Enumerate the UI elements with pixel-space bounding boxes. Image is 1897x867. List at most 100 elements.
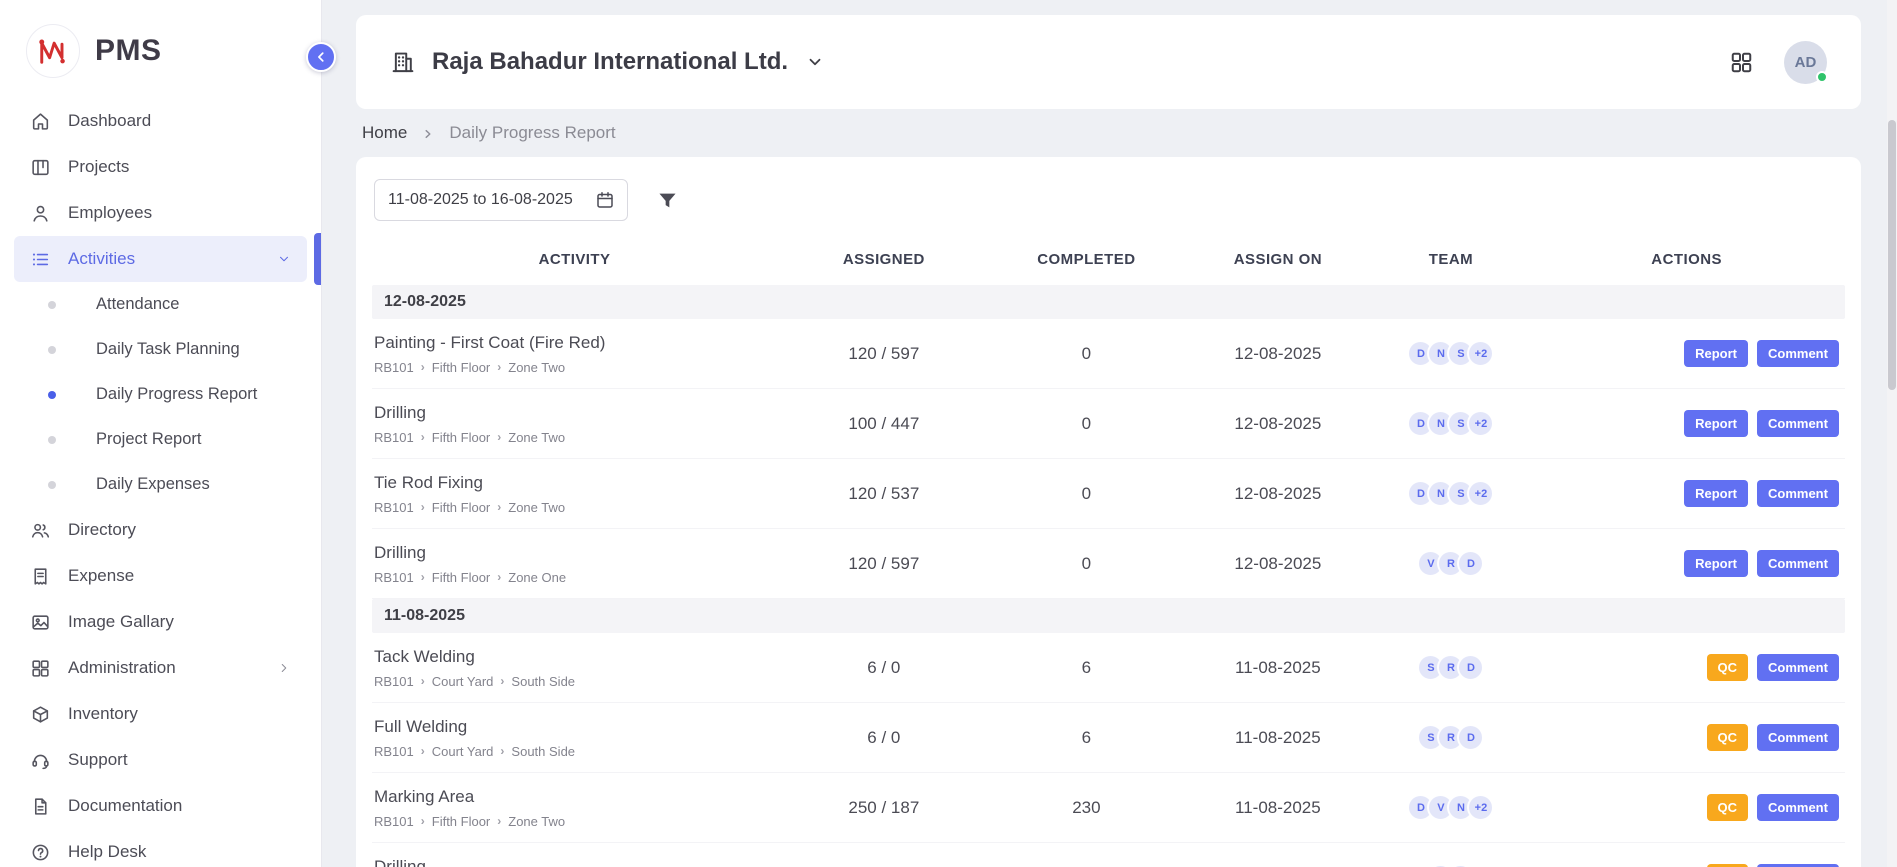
chevron-right-icon: ›: [421, 744, 425, 758]
activity-cell: Drilling RB101›Fifth Floor›Zone Two: [372, 403, 777, 445]
table-row: Drilling RB101›Fifth Floor›Zone One 120 …: [372, 529, 1845, 599]
sidebar-subitem-daily-progress-report[interactable]: Daily Progress Report: [0, 372, 321, 417]
activity-cell: Tie Rod Fixing RB101›Fifth Floor›Zone Tw…: [372, 473, 777, 515]
path-segment: Fifth Floor: [432, 500, 491, 515]
chevron-right-icon: ›: [497, 814, 501, 828]
activity-path: RB101›Court Yard›South Side: [374, 744, 777, 759]
breadcrumb-home[interactable]: Home: [362, 123, 407, 143]
building-icon: [390, 49, 416, 75]
activity-cell: Painting - First Coat (Fire Red) RB101›F…: [372, 333, 777, 375]
comment-button[interactable]: Comment: [1757, 654, 1839, 681]
sidebar-item-expense[interactable]: Expense: [14, 553, 307, 599]
path-segment: South Side: [511, 744, 575, 759]
column-header-team: TEAM: [1374, 251, 1529, 268]
activity-name: Drilling: [374, 543, 777, 563]
activity-cell: Tack Welding RB101›Court Yard›South Side: [372, 647, 777, 689]
activity-path: RB101›Fifth Floor›Zone Two: [374, 430, 777, 445]
table-row: Tack Welding RB101›Court Yard›South Side…: [372, 633, 1845, 703]
assign-on-value: 12-08-2025: [1182, 484, 1373, 504]
main-area: Raja Bahadur International Ltd. AD Home …: [322, 0, 1897, 867]
report-button[interactable]: Report: [1684, 480, 1748, 507]
report-button[interactable]: Report: [1684, 410, 1748, 437]
sidebar-item-image-gallary[interactable]: Image Gallary: [14, 599, 307, 645]
scrollbar[interactable]: [1887, 0, 1897, 867]
company-selector[interactable]: Raja Bahadur International Ltd.: [390, 48, 824, 76]
activities-icon: [30, 249, 51, 270]
comment-button[interactable]: Comment: [1757, 724, 1839, 751]
filter-bar: 11-08-2025 to 16-08-2025: [374, 179, 1845, 221]
qc-button[interactable]: QC: [1707, 794, 1749, 821]
sidebar-subitem-daily-expenses[interactable]: Daily Expenses: [0, 462, 321, 507]
chevron-right-icon: ›: [421, 570, 425, 584]
report-button[interactable]: Report: [1684, 340, 1748, 367]
path-segment: Fifth Floor: [432, 360, 491, 375]
sidebar-item-activities[interactable]: Activities: [14, 236, 307, 282]
qc-button[interactable]: QC: [1707, 724, 1749, 751]
sidebar-item-label: Dashboard: [68, 111, 151, 131]
assigned-value: 120 / 597: [777, 344, 991, 364]
chevron-right-icon: ›: [421, 814, 425, 828]
sidebar-subitem-attendance[interactable]: Attendance: [0, 282, 321, 327]
sidebar-item-projects[interactable]: Projects: [14, 144, 307, 190]
row-actions: QC Comment: [1528, 654, 1845, 681]
sidebar-collapse-button[interactable]: [306, 42, 336, 72]
sidebar-item-directory[interactable]: Directory: [14, 507, 307, 553]
activity-path: RB101›Court Yard›South Side: [374, 674, 777, 689]
sidebar-item-label: Documentation: [68, 796, 182, 816]
online-status-dot: [1816, 71, 1828, 83]
comment-button[interactable]: Comment: [1757, 340, 1839, 367]
assigned-value: 6 / 0: [777, 728, 991, 748]
activity-name: Tie Rod Fixing: [374, 473, 777, 493]
date-range-input[interactable]: 11-08-2025 to 16-08-2025: [374, 179, 628, 221]
team-avatars: DNS+2: [1374, 410, 1529, 437]
table-row: Painting - First Coat (Fire Red) RB101›F…: [372, 319, 1845, 389]
chevron-right-icon: ›: [497, 570, 501, 584]
directory-icon: [30, 520, 51, 541]
bullet-dot-icon: [48, 391, 56, 399]
team-avatars: DVN+2: [1374, 794, 1529, 821]
sidebar-item-administration[interactable]: Administration: [14, 645, 307, 691]
user-avatar[interactable]: AD: [1784, 41, 1827, 84]
chevron-left-icon: [314, 50, 328, 64]
comment-button[interactable]: Comment: [1757, 480, 1839, 507]
sidebar-item-inventory[interactable]: Inventory: [14, 691, 307, 737]
chevron-right-icon: ›: [497, 500, 501, 514]
sidebar-item-help-desk[interactable]: Help Desk: [14, 829, 307, 867]
sidebar-subitem-project-report[interactable]: Project Report: [0, 417, 321, 462]
apps-grid-icon[interactable]: [1729, 50, 1754, 75]
team-avatar: D: [1457, 550, 1484, 577]
activity-cell: Drilling RB101›Fifth Floor›Zone One: [372, 543, 777, 585]
sidebar-item-employees[interactable]: Employees: [14, 190, 307, 236]
sidebar: PMS DashboardProjectsEmployeesActivities…: [0, 0, 322, 867]
breadcrumb: Home Daily Progress Report: [356, 109, 1861, 157]
comment-button[interactable]: Comment: [1757, 410, 1839, 437]
team-avatars: DNS+2: [1374, 480, 1529, 507]
sidebar-item-documentation[interactable]: Documentation: [14, 783, 307, 829]
sidebar-item-dashboard[interactable]: Dashboard: [14, 98, 307, 144]
assign-on-value: 11-08-2025: [1182, 798, 1373, 818]
table-header: ACTIVITYASSIGNEDCOMPLETEDASSIGN ONTEAMAC…: [372, 233, 1845, 285]
filter-icon[interactable]: [656, 189, 679, 212]
chevron-right-icon: ›: [421, 500, 425, 514]
activity-cell: Drilling RB101›Fifth Floor›Zone Two: [372, 857, 777, 867]
documentation-icon: [30, 796, 51, 817]
activity-name: Painting - First Coat (Fire Red): [374, 333, 777, 353]
sidebar-item-support[interactable]: Support: [14, 737, 307, 783]
sidebar-item-label: Directory: [68, 520, 136, 540]
activity-path: RB101›Fifth Floor›Zone Two: [374, 500, 777, 515]
support-icon: [30, 750, 51, 771]
row-actions: QC Comment: [1528, 724, 1845, 751]
path-segment: Court Yard: [432, 744, 494, 759]
column-header-actions: ACTIONS: [1528, 251, 1845, 268]
completed-value: 6: [991, 728, 1182, 748]
report-button[interactable]: Report: [1684, 550, 1748, 577]
path-segment: RB101: [374, 744, 414, 759]
expense-icon: [30, 566, 51, 587]
table-row: Marking Area RB101›Fifth Floor›Zone Two …: [372, 773, 1845, 843]
sidebar-subitem-label: Daily Task Planning: [96, 340, 240, 359]
comment-button[interactable]: Comment: [1757, 550, 1839, 577]
qc-button[interactable]: QC: [1707, 654, 1749, 681]
sidebar-subitem-daily-task-planning[interactable]: Daily Task Planning: [0, 327, 321, 372]
scrollbar-thumb[interactable]: [1888, 120, 1896, 390]
comment-button[interactable]: Comment: [1757, 794, 1839, 821]
